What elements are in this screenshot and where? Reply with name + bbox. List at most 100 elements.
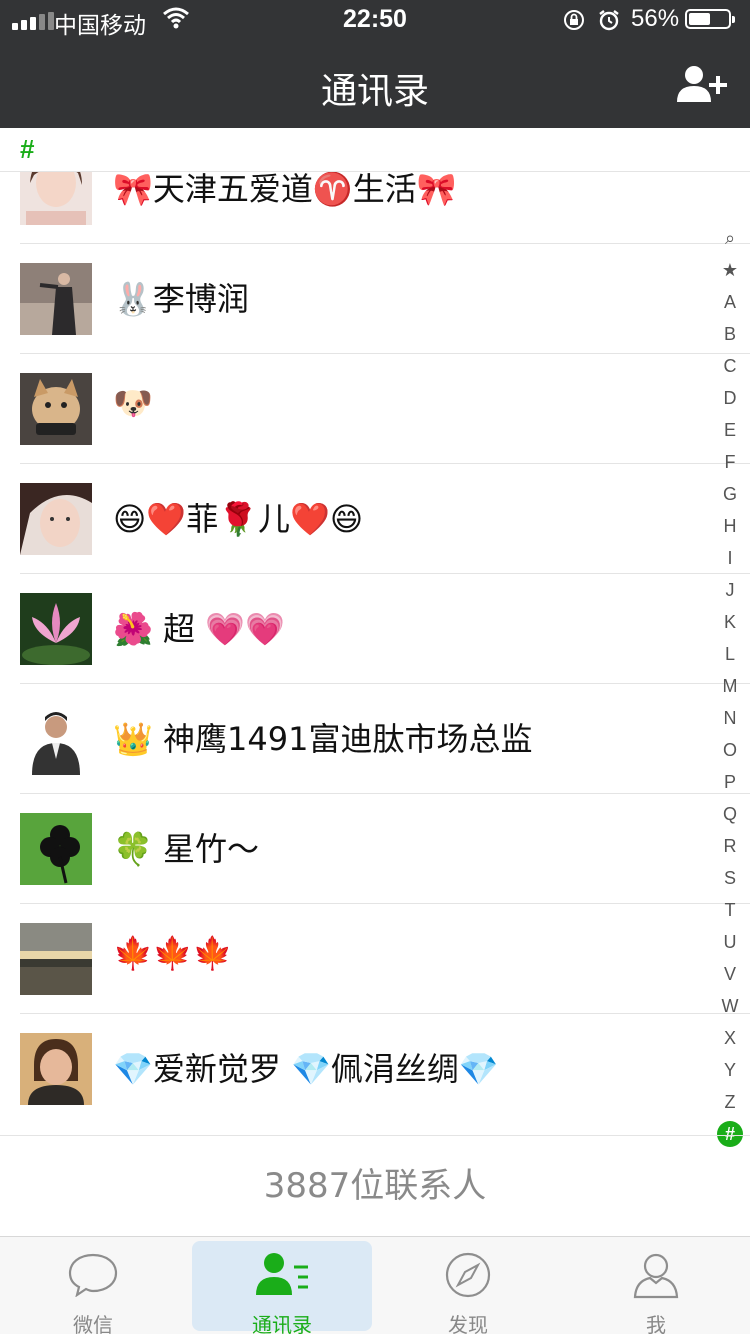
contact-count: 3887位联系人 <box>0 1135 750 1235</box>
index-letter-label: B <box>723 324 736 344</box>
avatar <box>20 483 92 555</box>
index-letter-label: I <box>727 548 733 568</box>
person-icon <box>632 1251 680 1303</box>
index-letter[interactable]: R <box>712 830 748 862</box>
contact-row[interactable]: 🍀 星竹～ <box>0 794 750 904</box>
avatar <box>20 923 92 995</box>
index-letter-label: K <box>723 612 736 632</box>
index-star-icon[interactable]: ★ <box>712 254 748 286</box>
index-letter-label: A <box>723 292 736 312</box>
index-letter[interactable]: G <box>712 478 748 510</box>
index-letter-label: S <box>723 868 736 888</box>
contact-name: 👑 神鹰1491富迪肽市场总监 <box>113 720 533 758</box>
index-letter-label: X <box>723 1028 736 1048</box>
index-letter[interactable]: C <box>712 350 748 382</box>
index-letter[interactable]: Q <box>712 798 748 830</box>
index-letter[interactable]: W <box>712 990 748 1022</box>
battery-icon <box>685 9 735 29</box>
index-letter[interactable]: K <box>712 606 748 638</box>
index-letter-label: ★ <box>721 260 739 280</box>
contact-row[interactable]: 🌺 超 💗💗 <box>0 574 750 684</box>
contact-row[interactable]: 🐶 <box>0 354 750 464</box>
status-bar: 中国移动 22:50 56% <box>0 0 750 40</box>
avatar <box>20 263 92 335</box>
index-letter-label: U <box>723 932 737 952</box>
index-letter[interactable]: Y <box>712 1054 748 1086</box>
index-letter[interactable]: I <box>712 542 748 574</box>
contact-row[interactable]: 😄❤️菲🌹儿❤️😄 <box>0 464 750 574</box>
index-letter-label: E <box>723 420 736 440</box>
index-letter[interactable]: N <box>712 702 748 734</box>
tab-discover[interactable]: 发现 <box>378 1237 558 1337</box>
tab-me[interactable]: 我 <box>566 1237 746 1337</box>
index-letter[interactable]: X <box>712 1022 748 1054</box>
add-contact-button[interactable] <box>676 64 730 104</box>
index-letter-label: ⌕ <box>724 228 736 248</box>
index-letter-label: H <box>723 516 737 536</box>
avatar <box>20 1033 92 1105</box>
index-letter-label: G <box>722 484 737 504</box>
page-title: 通讯录 <box>320 71 429 112</box>
index-letter[interactable]: P <box>712 766 748 798</box>
contact-row[interactable]: 👑 神鹰1491富迪肽市场总监 <box>0 684 750 794</box>
index-letter-label: Y <box>723 1060 736 1080</box>
index-letter[interactable]: F <box>712 446 748 478</box>
index-search-icon[interactable]: ⌕ <box>712 222 748 254</box>
avatar <box>20 703 92 775</box>
index-letter-label: Q <box>722 804 737 824</box>
index-letter[interactable]: D <box>712 382 748 414</box>
contact-name: 🐰李博润 <box>113 280 249 318</box>
battery-level-fill <box>689 13 710 25</box>
avatar <box>20 172 92 225</box>
index-letter[interactable]: S <box>712 862 748 894</box>
contact-row[interactable]: 💎爱新觉罗 💎佩涓丝绸💎 <box>0 1014 750 1124</box>
index-letter-label: F <box>724 452 736 472</box>
contact-name: 😄❤️菲🌹儿❤️😄 <box>113 500 364 538</box>
index-letter[interactable]: J <box>712 574 748 606</box>
index-letter[interactable]: U <box>712 926 748 958</box>
section-letter: # <box>20 134 35 164</box>
index-letter[interactable]: H <box>712 510 748 542</box>
index-letter-label: N <box>723 708 737 728</box>
index-letter-label: L <box>724 644 735 664</box>
tab-bar: 微信 通讯录 发现 我 <box>0 1236 750 1337</box>
index-letter[interactable]: T <box>712 894 748 926</box>
battery-percent: 56% <box>631 5 680 32</box>
tab-contacts[interactable]: 通讯录 <box>180 1237 372 1337</box>
navigation-bar: 通讯录 <box>0 40 750 128</box>
index-letter[interactable]: E <box>712 414 748 446</box>
tab-chats[interactable]: 微信 <box>3 1237 183 1337</box>
chat-bubble-icon <box>67 1251 119 1301</box>
index-letter-label: V <box>723 964 736 984</box>
contact-name: 🌺 超 💗💗 <box>113 610 285 648</box>
contact-row[interactable]: 🎀天津五爱道♈️生活🎀 <box>0 172 750 244</box>
contacts-icon <box>254 1251 310 1301</box>
avatar <box>20 813 92 885</box>
add-contact-icon <box>677 66 727 102</box>
index-letter-label: O <box>722 740 737 760</box>
contact-row[interactable]: 🐰李博润 <box>0 244 750 354</box>
index-letter[interactable]: O <box>712 734 748 766</box>
index-letter-label: J <box>725 580 735 600</box>
index-letter[interactable]: A <box>712 286 748 318</box>
contact-name: 🍁🍁🍁 <box>113 934 233 972</box>
alphabet-index-bar[interactable]: ⌕ ★ A B C D E F G H I J K L M N O P Q R S T U V W X Y Z # <box>712 222 748 1150</box>
index-letter[interactable]: L <box>712 638 748 670</box>
index-letter[interactable]: M <box>712 670 748 702</box>
index-letter-label: C <box>723 356 737 376</box>
avatar <box>20 373 92 445</box>
contact-name: 🐶 <box>113 384 153 422</box>
index-letter[interactable]: V <box>712 958 748 990</box>
avatar <box>20 593 92 665</box>
index-letter[interactable]: Z <box>712 1086 748 1118</box>
index-letter-label: Z <box>724 1092 736 1112</box>
contact-name: 🍀 星竹～ <box>113 830 260 868</box>
index-letter-label: R <box>723 836 737 856</box>
alarm-icon <box>597 8 621 39</box>
compass-icon <box>444 1251 492 1303</box>
index-letter-label: W <box>721 996 739 1016</box>
section-header: # <box>0 128 750 172</box>
contact-list: 🎀天津五爱道♈️生活🎀 🐰李博润 � <box>0 172 750 1134</box>
contact-row[interactable]: 🍁🍁🍁 <box>0 904 750 1014</box>
index-letter[interactable]: B <box>712 318 748 350</box>
